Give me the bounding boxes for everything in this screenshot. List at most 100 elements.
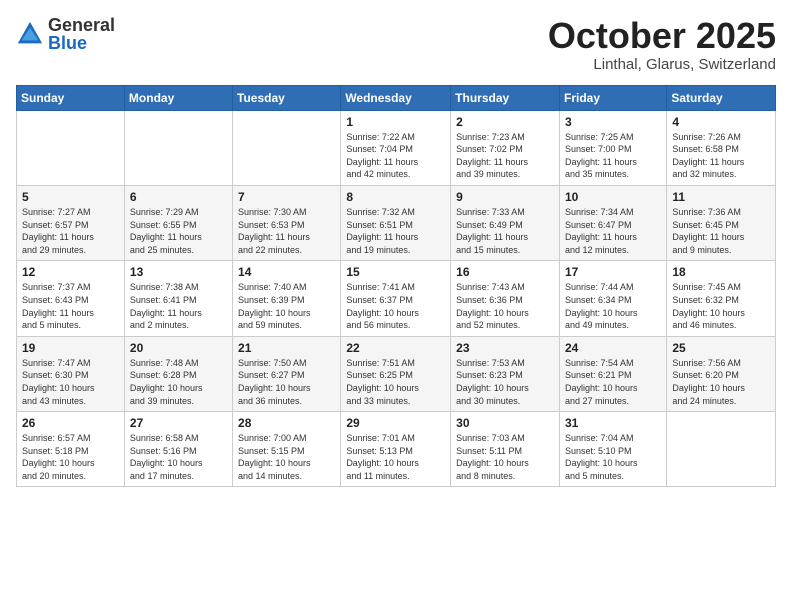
day-number: 2 <box>456 115 554 129</box>
calendar-cell: 8Sunrise: 7:32 AM Sunset: 6:51 PM Daylig… <box>341 185 451 260</box>
calendar-cell: 3 Sunrise: 7:25 AM Sunset: 7:00 PM Daylig… <box>559 110 666 185</box>
day-of-week-header: Sunday <box>17 85 125 110</box>
logo: General Blue <box>16 16 115 52</box>
calendar-cell: 25 Sunrise: 7:56 AM Sunset: 6:20 PM Dayli… <box>667 336 776 411</box>
day-info: Sunrise: 7:01 AM Sunset: 5:13 PM Dayligh… <box>346 432 445 482</box>
logo-blue: Blue <box>48 34 115 52</box>
day-number: 4 <box>672 115 770 129</box>
day-number: 5 <box>22 190 119 204</box>
calendar-cell: 20Sunrise: 7:48 AM Sunset: 6:28 PM Dayli… <box>124 336 232 411</box>
day-number: 1 <box>346 115 445 129</box>
calendar-cell: 18 Sunrise: 7:45 AM Sunset: 6:32 PM Dayli… <box>667 261 776 336</box>
day-number: 31 <box>565 416 661 430</box>
day-number: 21 <box>238 341 335 355</box>
calendar-week-row: 1 Sunrise: 7:22 AM Sunset: 7:04 PM Daylig… <box>17 110 776 185</box>
day-info: Sunrise: 7:30 AM Sunset: 6:53 PM Dayligh… <box>238 206 335 256</box>
day-of-week-header: Monday <box>124 85 232 110</box>
calendar-cell: 30 Sunrise: 7:03 AM Sunset: 5:11 PM Dayli… <box>451 412 560 487</box>
page-header: General Blue October 2025 Linthal, Glaru… <box>16 16 776 73</box>
day-number: 23 <box>456 341 554 355</box>
day-number: 10 <box>565 190 661 204</box>
calendar-cell: 27 Sunrise: 6:58 AM Sunset: 5:16 PM Dayli… <box>124 412 232 487</box>
calendar-cell <box>233 110 341 185</box>
day-info: Sunrise: 7:54 AM Sunset: 6:21 PM Dayligh… <box>565 357 661 407</box>
day-info: Sunrise: 7:51 AM Sunset: 6:25 PM Dayligh… <box>346 357 445 407</box>
day-info: Sunrise: 7:00 AM Sunset: 5:15 PM Dayligh… <box>238 432 335 482</box>
calendar-cell <box>667 412 776 487</box>
day-number: 19 <box>22 341 119 355</box>
logo-text: General Blue <box>48 16 115 52</box>
day-of-week-header: Wednesday <box>341 85 451 110</box>
month-title: October 2025 <box>548 16 776 56</box>
logo-general: General <box>48 16 115 34</box>
day-info: Sunrise: 7:41 AM Sunset: 6:37 PM Dayligh… <box>346 281 445 331</box>
day-number: 7 <box>238 190 335 204</box>
day-info: Sunrise: 7:22 AM Sunset: 7:04 PM Dayligh… <box>346 131 445 181</box>
day-number: 3 <box>565 115 661 129</box>
day-of-week-header: Tuesday <box>233 85 341 110</box>
day-info: Sunrise: 7:37 AM Sunset: 6:43 PM Dayligh… <box>22 281 119 331</box>
calendar-cell: 4 Sunrise: 7:26 AM Sunset: 6:58 PM Daylig… <box>667 110 776 185</box>
calendar-cell: 22 Sunrise: 7:51 AM Sunset: 6:25 PM Dayli… <box>341 336 451 411</box>
calendar-header: SundayMondayTuesdayWednesdayThursdayFrid… <box>17 85 776 110</box>
calendar-week-row: 5Sunrise: 7:27 AM Sunset: 6:57 PM Daylig… <box>17 185 776 260</box>
calendar-cell: 23 Sunrise: 7:53 AM Sunset: 6:23 PM Dayli… <box>451 336 560 411</box>
logo-icon <box>16 20 44 48</box>
calendar-cell <box>124 110 232 185</box>
calendar-week-row: 19 Sunrise: 7:47 AM Sunset: 6:30 PM Dayli… <box>17 336 776 411</box>
day-info: Sunrise: 6:57 AM Sunset: 5:18 PM Dayligh… <box>22 432 119 482</box>
day-info: Sunrise: 7:47 AM Sunset: 6:30 PM Dayligh… <box>22 357 119 407</box>
day-number: 15 <box>346 265 445 279</box>
calendar-cell: 17Sunrise: 7:44 AM Sunset: 6:34 PM Dayli… <box>559 261 666 336</box>
calendar-cell: 29Sunrise: 7:01 AM Sunset: 5:13 PM Dayli… <box>341 412 451 487</box>
calendar-week-row: 12 Sunrise: 7:37 AM Sunset: 6:43 PM Dayli… <box>17 261 776 336</box>
calendar-cell: 13Sunrise: 7:38 AM Sunset: 6:41 PM Dayli… <box>124 261 232 336</box>
day-info: Sunrise: 7:53 AM Sunset: 6:23 PM Dayligh… <box>456 357 554 407</box>
day-info: Sunrise: 7:03 AM Sunset: 5:11 PM Dayligh… <box>456 432 554 482</box>
calendar-cell: 7 Sunrise: 7:30 AM Sunset: 6:53 PM Daylig… <box>233 185 341 260</box>
calendar-cell: 11 Sunrise: 7:36 AM Sunset: 6:45 PM Dayli… <box>667 185 776 260</box>
day-number: 14 <box>238 265 335 279</box>
day-info: Sunrise: 6:58 AM Sunset: 5:16 PM Dayligh… <box>130 432 227 482</box>
day-number: 20 <box>130 341 227 355</box>
day-info: Sunrise: 7:26 AM Sunset: 6:58 PM Dayligh… <box>672 131 770 181</box>
day-info: Sunrise: 7:36 AM Sunset: 6:45 PM Dayligh… <box>672 206 770 256</box>
day-of-week-header: Friday <box>559 85 666 110</box>
day-number: 12 <box>22 265 119 279</box>
day-info: Sunrise: 7:40 AM Sunset: 6:39 PM Dayligh… <box>238 281 335 331</box>
day-info: Sunrise: 7:23 AM Sunset: 7:02 PM Dayligh… <box>456 131 554 181</box>
day-number: 16 <box>456 265 554 279</box>
day-number: 27 <box>130 416 227 430</box>
day-info: Sunrise: 7:25 AM Sunset: 7:00 PM Dayligh… <box>565 131 661 181</box>
day-number: 26 <box>22 416 119 430</box>
calendar-cell: 14 Sunrise: 7:40 AM Sunset: 6:39 PM Dayli… <box>233 261 341 336</box>
day-number: 25 <box>672 341 770 355</box>
calendar-cell: 6 Sunrise: 7:29 AM Sunset: 6:55 PM Daylig… <box>124 185 232 260</box>
day-number: 11 <box>672 190 770 204</box>
calendar-cell: 9Sunrise: 7:33 AM Sunset: 6:49 PM Daylig… <box>451 185 560 260</box>
header-row: SundayMondayTuesdayWednesdayThursdayFrid… <box>17 85 776 110</box>
day-info: Sunrise: 7:56 AM Sunset: 6:20 PM Dayligh… <box>672 357 770 407</box>
day-info: Sunrise: 7:32 AM Sunset: 6:51 PM Dayligh… <box>346 206 445 256</box>
day-number: 13 <box>130 265 227 279</box>
day-info: Sunrise: 7:43 AM Sunset: 6:36 PM Dayligh… <box>456 281 554 331</box>
day-number: 9 <box>456 190 554 204</box>
calendar-table: SundayMondayTuesdayWednesdayThursdayFrid… <box>16 85 776 488</box>
calendar-cell: 16 Sunrise: 7:43 AM Sunset: 6:36 PM Dayli… <box>451 261 560 336</box>
day-number: 6 <box>130 190 227 204</box>
day-of-week-header: Thursday <box>451 85 560 110</box>
day-number: 18 <box>672 265 770 279</box>
day-number: 30 <box>456 416 554 430</box>
day-number: 22 <box>346 341 445 355</box>
calendar-cell: 28 Sunrise: 7:00 AM Sunset: 5:15 PM Dayli… <box>233 412 341 487</box>
calendar-cell: 19 Sunrise: 7:47 AM Sunset: 6:30 PM Dayli… <box>17 336 125 411</box>
calendar-cell: 2 Sunrise: 7:23 AM Sunset: 7:02 PM Daylig… <box>451 110 560 185</box>
calendar-cell: 15 Sunrise: 7:41 AM Sunset: 6:37 PM Dayli… <box>341 261 451 336</box>
day-info: Sunrise: 7:29 AM Sunset: 6:55 PM Dayligh… <box>130 206 227 256</box>
calendar-cell: 21 Sunrise: 7:50 AM Sunset: 6:27 PM Dayli… <box>233 336 341 411</box>
day-info: Sunrise: 7:45 AM Sunset: 6:32 PM Dayligh… <box>672 281 770 331</box>
calendar-cell: 24Sunrise: 7:54 AM Sunset: 6:21 PM Dayli… <box>559 336 666 411</box>
day-info: Sunrise: 7:50 AM Sunset: 6:27 PM Dayligh… <box>238 357 335 407</box>
day-number: 28 <box>238 416 335 430</box>
calendar-cell: 10Sunrise: 7:34 AM Sunset: 6:47 PM Dayli… <box>559 185 666 260</box>
